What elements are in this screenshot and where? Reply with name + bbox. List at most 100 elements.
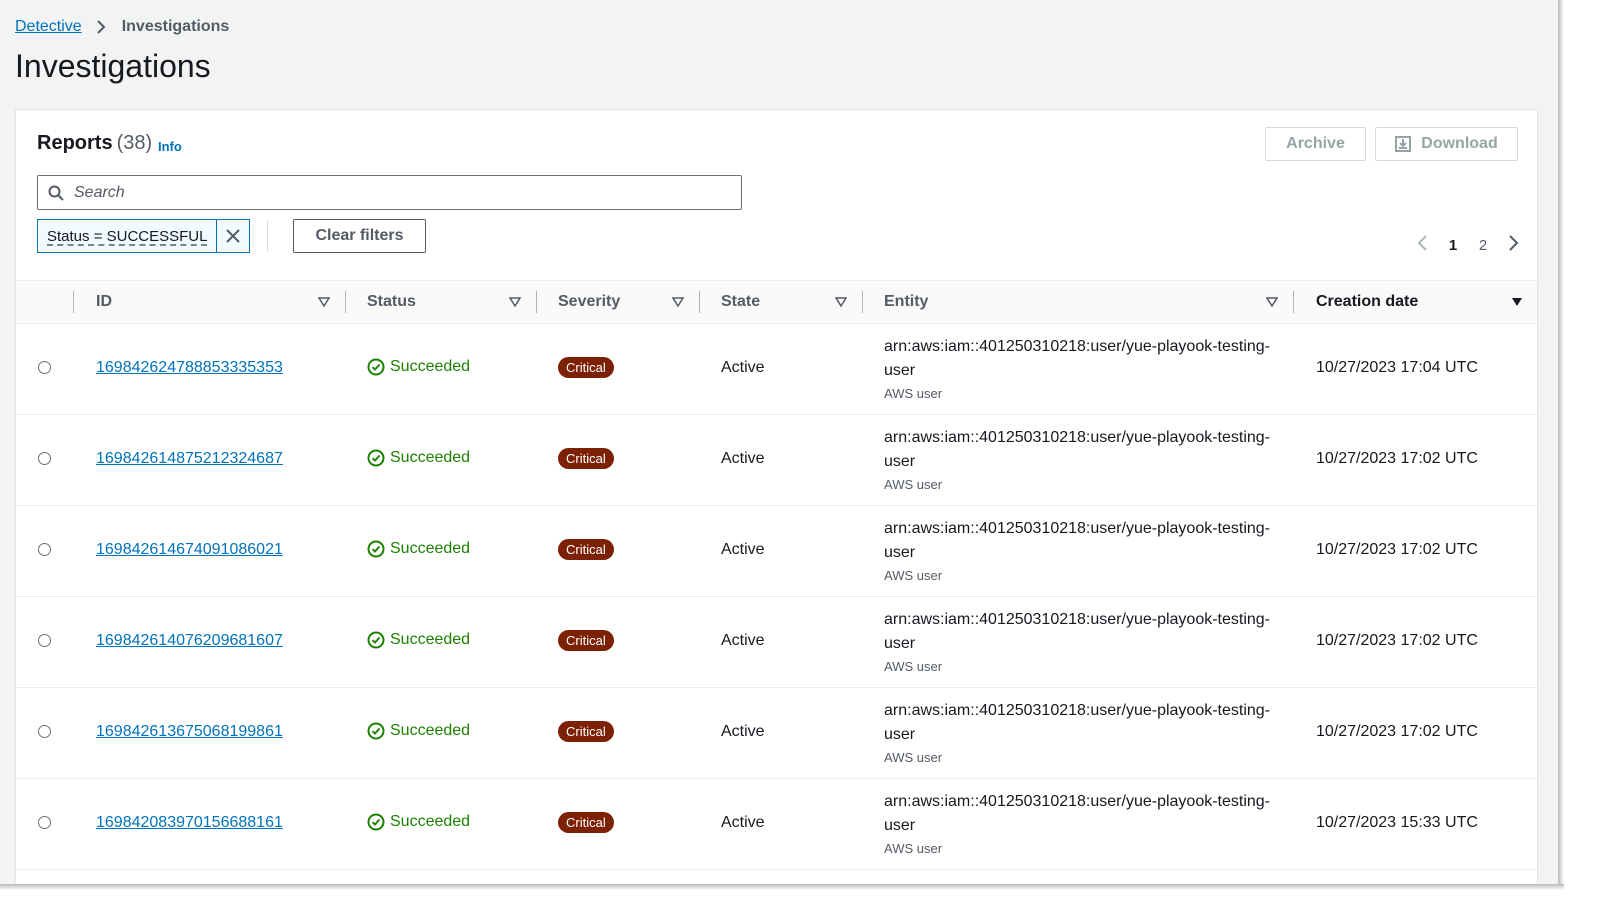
window-shadow: [1558, 0, 1564, 888]
report-id-link[interactable]: 169842083970156688161: [96, 814, 283, 832]
column-header-entity[interactable]: Entity: [884, 281, 928, 323]
check-circle-icon: [367, 449, 385, 467]
status-cell: Succeeded: [367, 358, 470, 376]
caret-down-icon[interactable]: [834, 295, 848, 313]
entity-arn: arn:aws:iam::401250310218:user/yue-playo…: [884, 338, 1271, 355]
archive-button[interactable]: Archive: [1265, 127, 1366, 161]
filter-divider: [267, 220, 268, 252]
entity-type: AWS user: [884, 477, 943, 492]
status-cell: Succeeded: [367, 722, 470, 740]
info-link[interactable]: Info: [158, 139, 182, 154]
pagination: 1 2: [1408, 234, 1528, 256]
entity-arn-cont: user: [884, 544, 916, 561]
search-icon: [48, 185, 64, 201]
clear-filters-button[interactable]: Clear filters: [293, 219, 426, 253]
entity-cell: arn:aws:iam::401250310218:user/yue-playo…: [884, 699, 1279, 767]
filter-token: Status = SUCCESSFUL: [37, 219, 251, 253]
row-select-radio[interactable]: [38, 725, 51, 738]
status-text: Succeeded: [390, 449, 471, 466]
severity-badge: Critical: [558, 812, 614, 833]
caret-down-icon[interactable]: [1511, 295, 1523, 313]
status-cell: Succeeded: [367, 540, 470, 558]
row-select-radio[interactable]: [38, 816, 51, 829]
column-header-creation-date[interactable]: Creation date: [1316, 281, 1418, 323]
table-row: 169842613675068199861 Succeeded Critical…: [16, 687, 1537, 779]
creation-date-cell: 10/27/2023 15:33 UTC: [1316, 814, 1478, 831]
column-header-severity[interactable]: Severity: [558, 281, 620, 323]
entity-type: AWS user: [884, 659, 943, 674]
severity-badge: Critical: [558, 630, 614, 651]
report-id-link[interactable]: 169842614076209681607: [96, 632, 283, 650]
report-id-link[interactable]: 169842613675068199861: [96, 723, 283, 741]
entity-arn: arn:aws:iam::401250310218:user/yue-playo…: [884, 702, 1271, 719]
entity-arn: arn:aws:iam::401250310218:user/yue-playo…: [884, 429, 1271, 446]
page-1-button[interactable]: 1: [1438, 237, 1468, 254]
entity-cell: arn:aws:iam::401250310218:user/yue-playo…: [884, 517, 1279, 585]
entity-cell: arn:aws:iam::401250310218:user/yue-playo…: [884, 790, 1279, 858]
page-title: Investigations: [15, 48, 211, 84]
column-header-status[interactable]: Status: [367, 281, 416, 323]
report-id-link[interactable]: 169842624788853335353: [96, 359, 283, 377]
chevron-right-icon[interactable]: [1498, 234, 1528, 256]
creation-date-cell: 10/27/2023 17:02 UTC: [1316, 632, 1478, 649]
column-separator: [536, 291, 537, 313]
download-label: Download: [1421, 135, 1498, 152]
entity-arn-cont: user: [884, 817, 916, 834]
status-cell: Succeeded: [367, 449, 470, 467]
download-icon: [1395, 136, 1412, 152]
check-circle-icon: [367, 813, 385, 831]
chevron-left-icon[interactable]: [1408, 234, 1438, 256]
search-box[interactable]: [37, 175, 742, 210]
search-input[interactable]: [72, 182, 676, 203]
breadcrumb: Detective Investigations: [15, 18, 229, 36]
breadcrumb-link-detective[interactable]: Detective: [15, 18, 82, 36]
status-text: Succeeded: [390, 540, 471, 557]
caret-down-icon[interactable]: [1265, 295, 1279, 313]
entity-arn-cont: user: [884, 635, 916, 652]
reports-title: Reports: [37, 132, 113, 154]
report-id-link[interactable]: 169842614674091086021: [96, 541, 283, 559]
row-select-radio[interactable]: [38, 361, 51, 374]
entity-cell: arn:aws:iam::401250310218:user/yue-playo…: [884, 426, 1279, 494]
entity-type: AWS user: [884, 568, 943, 583]
chevron-right-icon: [92, 18, 110, 36]
filter-token-label[interactable]: Status = SUCCESSFUL: [38, 220, 216, 252]
column-header-state[interactable]: State: [721, 281, 760, 323]
reports-heading: Reports (38): [37, 132, 152, 155]
entity-arn-cont: user: [884, 362, 916, 379]
state-cell: Active: [721, 541, 765, 558]
caret-down-icon[interactable]: [508, 295, 522, 313]
check-circle-icon: [367, 358, 385, 376]
table-row: 169842614875212324687 Succeeded Critical…: [16, 414, 1537, 506]
row-select-radio[interactable]: [38, 452, 51, 465]
column-header-id[interactable]: ID: [96, 281, 112, 323]
caret-down-icon[interactable]: [317, 295, 331, 313]
page-2-button[interactable]: 2: [1468, 237, 1498, 254]
reports-count: (38): [116, 132, 153, 154]
state-cell: Active: [721, 359, 765, 376]
table-row: 169842614674091086021 Succeeded Critical…: [16, 505, 1537, 597]
close-icon[interactable]: [216, 220, 249, 252]
report-id-link[interactable]: 169842614875212324687: [96, 450, 283, 468]
app-window: Detective Investigations Investigations …: [0, 0, 1558, 884]
state-cell: Active: [721, 814, 765, 831]
column-separator: [1293, 291, 1294, 313]
breadcrumb-current: Investigations: [121, 18, 230, 35]
caret-down-icon[interactable]: [671, 295, 685, 313]
row-select-radio[interactable]: [38, 634, 51, 647]
row-select-radio[interactable]: [38, 543, 51, 556]
table-header: ID Status Severity State Entity Creation…: [16, 280, 1537, 324]
entity-arn-cont: user: [884, 726, 916, 743]
column-separator: [73, 291, 74, 313]
table-row: 169842624788853335353 Succeeded Critical…: [16, 323, 1537, 415]
download-button[interactable]: Download: [1375, 127, 1518, 161]
entity-arn: arn:aws:iam::401250310218:user/yue-playo…: [884, 520, 1271, 537]
creation-date-cell: 10/27/2023 17:02 UTC: [1316, 450, 1478, 467]
state-cell: Active: [721, 723, 765, 740]
severity-badge: Critical: [558, 539, 614, 560]
column-separator: [862, 291, 863, 313]
severity-badge: Critical: [558, 721, 614, 742]
check-circle-icon: [367, 540, 385, 558]
column-separator: [345, 291, 346, 313]
entity-type: AWS user: [884, 750, 943, 765]
